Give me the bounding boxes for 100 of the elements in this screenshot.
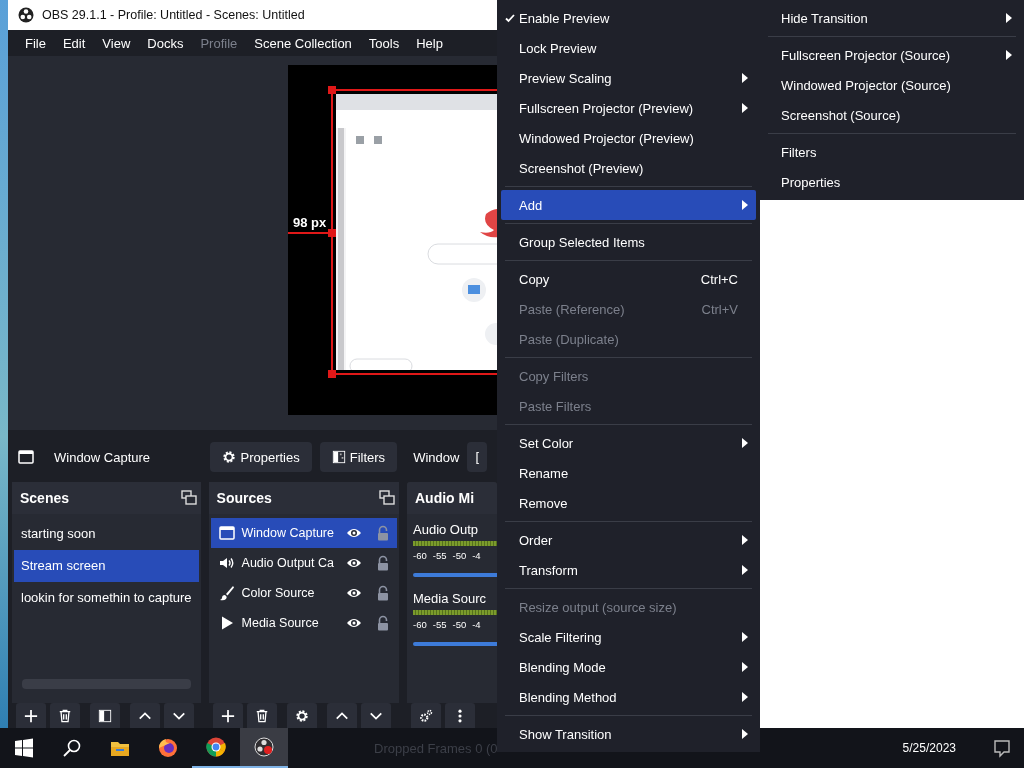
menu-item[interactable]: Set Color xyxy=(501,428,756,458)
menu-bar-item[interactable]: View xyxy=(94,35,140,51)
menu-item[interactable]: Blending Method xyxy=(501,682,756,712)
filters-button[interactable] xyxy=(90,703,120,728)
source-name: Window Capture xyxy=(54,449,152,465)
distance-label: 98 px xyxy=(293,215,327,230)
menu-item[interactable]: Screenshot (Source) xyxy=(764,100,1020,130)
menu-item[interactable]: Enable Preview xyxy=(501,3,756,33)
menu-bar-item[interactable]: Help xyxy=(408,35,452,51)
menu-item[interactable]: Scale Filtering xyxy=(501,622,756,652)
browser-icon xyxy=(158,738,178,758)
menu-item[interactable]: Fullscreen Projector (Preview) xyxy=(501,93,756,123)
menu-item[interactable]: Properties xyxy=(764,167,1020,197)
app-logo-icon xyxy=(18,7,34,23)
menu-item[interactable]: Rename xyxy=(501,458,756,488)
move-down-button[interactable] xyxy=(360,703,391,728)
filter-icon xyxy=(98,708,112,723)
window-dropdown[interactable]: [ xyxy=(467,442,487,472)
menu-item[interactable]: Screenshot (Preview) xyxy=(501,153,756,183)
channel-name: Audio Outp xyxy=(413,522,480,537)
source-item[interactable]: Audio Output Ca xyxy=(210,548,397,578)
menu-item[interactable]: Remove xyxy=(501,488,756,518)
scene-item[interactable]: Stream screen xyxy=(14,550,199,582)
menu-item[interactable]: Windowed Projector (Preview) xyxy=(501,123,756,153)
menu-bar-item[interactable]: File xyxy=(17,35,55,51)
unlocked-icon[interactable] xyxy=(375,585,391,601)
menu-item[interactable]: Preview Scaling xyxy=(501,63,756,93)
menu-bar-item[interactable]: Tools xyxy=(360,35,409,51)
add-button[interactable] xyxy=(16,703,46,728)
menu-item[interactable]: Show Transition xyxy=(501,719,756,749)
source-item[interactable]: Window Capture xyxy=(210,518,397,548)
menu-item[interactable]: Blending Mode xyxy=(501,652,756,682)
shortcut-label: Ctrl+C xyxy=(700,271,738,287)
trash-icon xyxy=(58,708,72,723)
meter-tick: -55 xyxy=(432,550,447,561)
add-button[interactable] xyxy=(212,703,243,728)
window-icon xyxy=(218,525,235,541)
menu-item[interactable]: Add xyxy=(501,190,756,220)
remove-button[interactable] xyxy=(50,703,80,728)
search-icon xyxy=(62,738,82,758)
menu-bar-item[interactable]: Docks xyxy=(139,35,193,51)
more-options-button[interactable] xyxy=(445,703,475,728)
source-item[interactable]: Media Source xyxy=(210,608,397,638)
windows-logo-icon xyxy=(14,738,34,758)
filter-icon xyxy=(331,450,346,464)
menu-item[interactable]: Order xyxy=(501,525,756,555)
menu-bar-item[interactable]: Scene Collection xyxy=(246,35,361,51)
meter-tick: -50 xyxy=(452,550,467,561)
move-down-button[interactable] xyxy=(164,703,194,728)
unlocked-icon[interactable] xyxy=(375,615,391,631)
menu-item[interactable]: Group Selected Items xyxy=(501,227,756,257)
source-item[interactable]: Color Source xyxy=(210,578,397,608)
unlocked-icon[interactable] xyxy=(375,555,391,571)
dock-title: Scenes xyxy=(20,490,70,506)
gears-icon xyxy=(419,708,433,723)
move-up-button[interactable] xyxy=(326,703,357,728)
recorder-app-icon xyxy=(254,737,274,757)
meter-tick: -60 xyxy=(413,619,427,630)
dock-title: Audio Mi xyxy=(415,490,475,506)
gear-icon xyxy=(222,450,237,464)
scene-item[interactable]: starting soon xyxy=(14,518,199,550)
menu-item[interactable]: Windowed Projector (Source) xyxy=(764,70,1020,100)
menu-item[interactable]: Copy Ctrl+C xyxy=(501,264,756,294)
brush-icon xyxy=(218,585,235,601)
window-label: Window xyxy=(413,449,460,465)
taskbar-obs-button[interactable] xyxy=(240,728,288,768)
clock-date: 5/25/2023 xyxy=(902,741,956,755)
settings-button[interactable] xyxy=(286,703,317,728)
filters-button[interactable]: Filters xyxy=(319,442,398,472)
dock-title: Sources xyxy=(216,490,272,506)
speaker-icon xyxy=(218,555,235,571)
properties-button[interactable]: Properties xyxy=(210,442,312,472)
scene-item[interactable]: lookin for somethin to capture xyxy=(14,582,199,614)
menu-bar-item[interactable]: Edit xyxy=(54,35,95,51)
menu-item[interactable]: Hide Transition xyxy=(764,3,1020,33)
plus-icon xyxy=(220,708,235,723)
remove-button[interactable] xyxy=(246,703,277,728)
move-up-button[interactable] xyxy=(130,703,160,728)
gear-icon xyxy=(294,708,309,723)
menu-item[interactable]: Lock Preview xyxy=(501,33,756,63)
meter-tick: -4 xyxy=(472,550,481,561)
browser-icon xyxy=(206,737,226,757)
plus-icon xyxy=(24,708,38,723)
shortcut-label: Ctrl+V xyxy=(701,301,738,317)
undock-icon[interactable] xyxy=(379,490,395,506)
meter-tick: -4 xyxy=(472,619,481,630)
trash-icon xyxy=(254,708,269,723)
meter-tick: -55 xyxy=(432,619,447,630)
undock-icon[interactable] xyxy=(180,490,197,506)
window-icon xyxy=(18,449,34,465)
notification-icon[interactable] xyxy=(992,738,1012,758)
advanced-settings-button[interactable] xyxy=(411,703,441,728)
unlocked-icon[interactable] xyxy=(375,525,391,541)
window-title: OBS 29.1.1 - Profile: Untitled - Scenes: Untitled xyxy=(42,8,305,22)
meter-tick: -60 xyxy=(413,550,427,561)
menu-item[interactable]: Filters xyxy=(764,137,1020,167)
menu-item[interactable]: Transform xyxy=(501,555,756,585)
meter-tick: -50 xyxy=(452,619,467,630)
channel-name: Media Sourc xyxy=(413,591,487,606)
menu-item[interactable]: Fullscreen Projector (Source) xyxy=(764,40,1020,70)
